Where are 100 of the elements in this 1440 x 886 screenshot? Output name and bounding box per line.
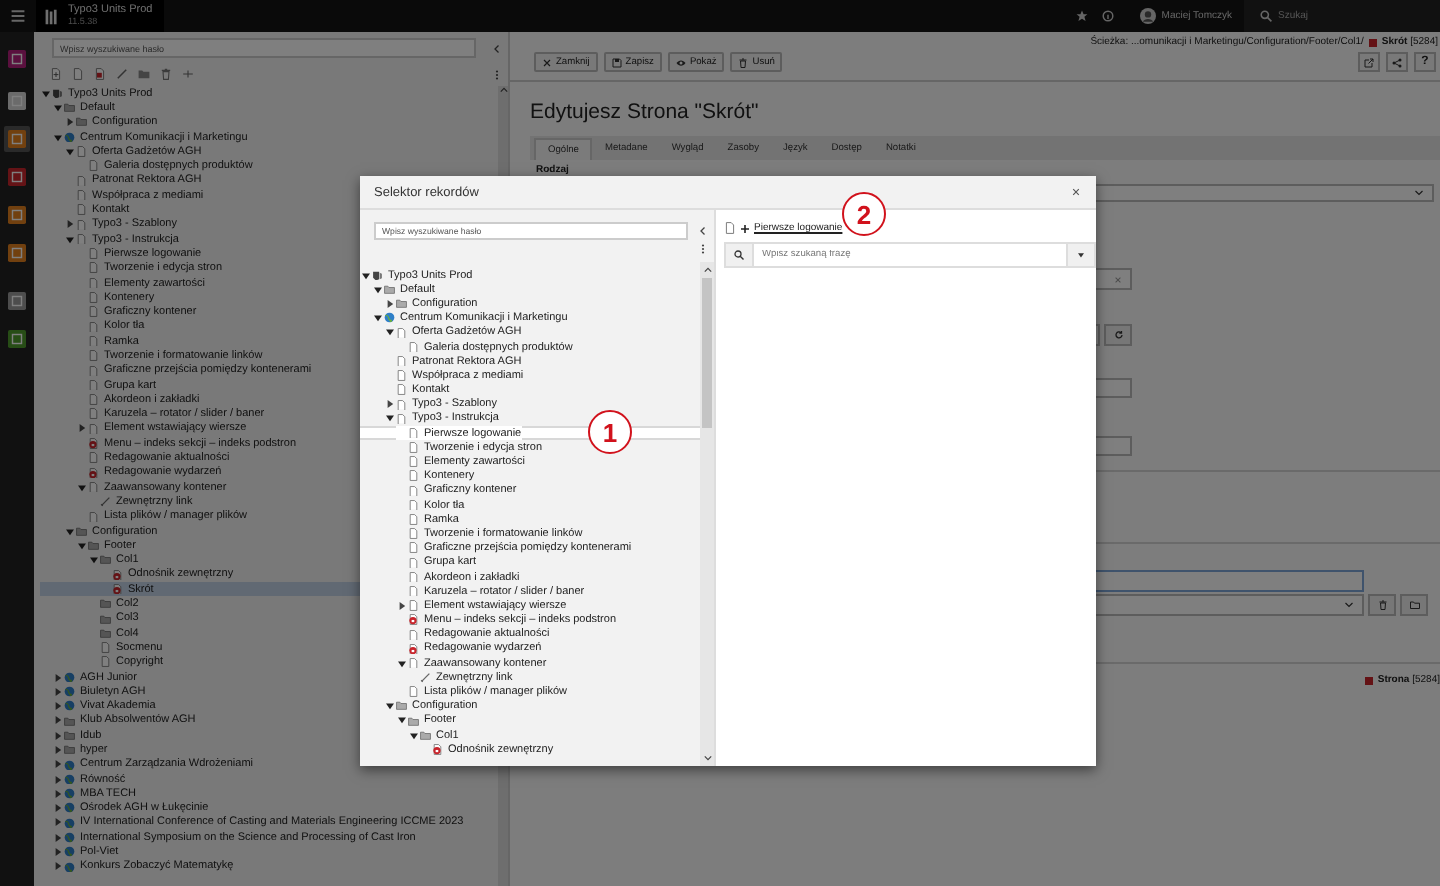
globe-icon: [64, 131, 75, 143]
caret-down-icon[interactable]: [386, 414, 394, 423]
caret-right-icon[interactable]: [54, 716, 62, 725]
caret-down-icon[interactable]: [374, 314, 382, 323]
module-button[interactable]: [4, 126, 30, 152]
module-icon: [8, 244, 26, 262]
caret-right-icon[interactable]: [54, 833, 62, 842]
menu-icon[interactable]: [10, 8, 26, 24]
restricted-page-icon[interactable]: [94, 68, 106, 80]
module-icon: [8, 330, 26, 348]
search-button[interactable]: [724, 242, 754, 268]
page-icon[interactable]: [72, 68, 84, 80]
module-icon: [8, 92, 26, 110]
caret-right-icon[interactable]: [66, 118, 74, 127]
caret-right-icon[interactable]: [54, 789, 62, 798]
caret-right-icon[interactable]: [54, 804, 62, 813]
restricted-page-icon: [88, 438, 99, 450]
restricted-page-icon: [1367, 37, 1378, 47]
page-icon: [88, 481, 99, 493]
eye-icon: [675, 57, 686, 67]
chevron-down-icon: [1344, 600, 1354, 610]
trash-icon[interactable]: [160, 68, 172, 80]
site-root-icon: [372, 269, 383, 281]
module-button[interactable]: [4, 88, 30, 114]
scroll-up-icon[interactable]: [703, 266, 711, 274]
module-icon: [8, 168, 26, 186]
module-icon: [8, 130, 26, 148]
page-icon: [88, 452, 99, 464]
browse-button[interactable]: [1400, 594, 1428, 616]
site-root-icon: [52, 87, 63, 99]
caret-right-icon[interactable]: [54, 673, 62, 682]
restricted-page-icon: [88, 467, 99, 479]
module-button[interactable]: [4, 202, 30, 228]
plus-icon[interactable]: [740, 223, 750, 233]
caret-right-icon[interactable]: [54, 702, 62, 711]
caret-right-icon[interactable]: [78, 424, 86, 433]
search-icon: [734, 250, 744, 260]
caret-down-icon[interactable]: [362, 271, 370, 280]
scroll-down-icon[interactable]: [703, 754, 711, 762]
close-icon[interactable]: [1072, 188, 1080, 196]
new-page-icon[interactable]: [50, 68, 62, 80]
globe-icon: [64, 817, 75, 829]
module-button[interactable]: [4, 46, 30, 72]
page-icon: [408, 657, 419, 669]
caret-right-icon[interactable]: [54, 760, 62, 769]
floppy-disk-icon: [611, 57, 622, 67]
scrollbar-thumb[interactable]: [702, 278, 712, 428]
caret-down-icon[interactable]: [398, 659, 406, 668]
caret-right-icon[interactable]: [54, 746, 62, 754]
search-icon[interactable]: [1260, 10, 1272, 22]
caret-right-icon[interactable]: [54, 731, 62, 740]
module-button[interactable]: [4, 326, 30, 352]
caret-right-icon[interactable]: [54, 687, 62, 696]
module-icon: [8, 50, 26, 68]
page-icon: [408, 686, 419, 698]
trash-icon: [738, 57, 749, 67]
collapse-icon[interactable]: [698, 226, 708, 236]
info-icon[interactable]: [1101, 10, 1114, 22]
collapse-icon[interactable]: [492, 43, 502, 53]
link-icon: [420, 672, 431, 684]
caret-right-icon[interactable]: [54, 862, 62, 871]
share-button[interactable]: [1386, 52, 1408, 72]
refresh-button[interactable]: [1104, 324, 1132, 346]
caret-right-icon[interactable]: [54, 818, 62, 827]
globe-icon: [64, 671, 75, 683]
caret-right-icon[interactable]: [386, 299, 394, 308]
page-icon: [88, 511, 99, 522]
module-button[interactable]: [4, 164, 30, 190]
folder-icon[interactable]: [138, 68, 150, 80]
close-icon: [542, 57, 552, 67]
restricted-page-icon: [408, 643, 419, 655]
chevron-down-icon: [1414, 188, 1424, 198]
caret-down-icon[interactable]: [386, 328, 394, 337]
restricted-page-icon: [1363, 675, 1374, 685]
restricted-page-icon: [432, 744, 443, 756]
caret-right-icon[interactable]: [386, 400, 394, 409]
caret-right-icon[interactable]: [54, 775, 62, 784]
caret-down-icon[interactable]: [386, 702, 394, 711]
logo-icon: [42, 5, 60, 27]
scroll-up-icon[interactable]: [499, 86, 507, 94]
external-link-icon: [1364, 57, 1374, 67]
caret-right-icon[interactable]: [54, 848, 62, 857]
link-icon[interactable]: [116, 68, 128, 80]
caret-right-icon[interactable]: [66, 220, 74, 229]
caret-down-icon[interactable]: [398, 716, 406, 725]
folder-icon: [1409, 600, 1419, 610]
caret-right-icon[interactable]: [398, 601, 406, 610]
caret-down-icon[interactable]: [374, 285, 382, 294]
share-icon: [1392, 57, 1402, 67]
module-button[interactable]: [4, 288, 30, 314]
caret-down-icon[interactable]: [410, 731, 418, 740]
open-in-new-window-button[interactable]: [1358, 52, 1380, 72]
module-icon: [8, 206, 26, 224]
scrollbar[interactable]: [700, 262, 714, 766]
caret-down-icon: [1078, 252, 1084, 258]
clear-icon[interactable]: [1114, 275, 1122, 283]
module-button[interactable]: [4, 240, 30, 266]
globe-icon: [384, 312, 395, 324]
star-icon[interactable]: [1075, 10, 1088, 22]
delete-button[interactable]: [1368, 594, 1396, 616]
